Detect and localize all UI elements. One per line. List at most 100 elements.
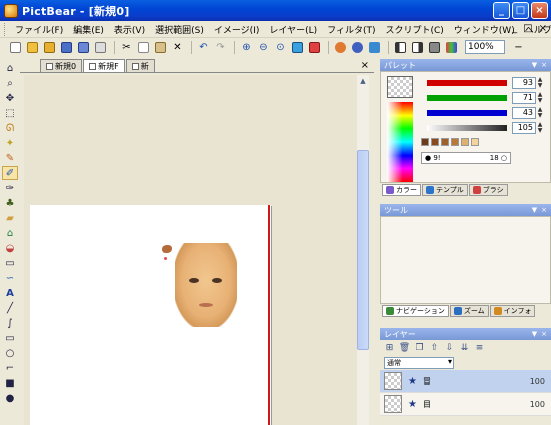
brush-size-row[interactable]: ● 9! 18 ○ [421, 152, 511, 164]
current-color-swatch[interactable] [387, 76, 413, 98]
redo-icon[interactable]: ↷ [213, 40, 228, 54]
open-recent-icon[interactable] [42, 40, 57, 54]
gradient-icon[interactable]: ▭ [2, 256, 18, 270]
scroll-thumb[interactable] [357, 150, 369, 350]
tab-newf[interactable]: 新規F [83, 59, 125, 72]
filled-ellipse-icon[interactable]: ● [2, 391, 18, 405]
red-slider[interactable]: 93 ▲ ▼ [427, 76, 551, 90]
panel-layout-3-icon[interactable] [427, 40, 442, 54]
airbrush-icon[interactable]: ✑ [2, 181, 18, 195]
swatch[interactable] [441, 138, 449, 146]
panel-layout-2-icon[interactable] [410, 40, 425, 54]
eraser-icon[interactable]: ▰ [2, 211, 18, 225]
zoom-minus-button[interactable]: − [511, 40, 526, 54]
view-toggle-icon[interactable] [290, 40, 305, 54]
tab-navigation[interactable]: ナビゲーション [382, 305, 449, 317]
lasso-icon[interactable]: ᘏ [2, 121, 18, 135]
mdi-restore-button[interactable]: □ [523, 23, 532, 34]
zoom-in-icon[interactable]: ⊕ [239, 40, 254, 54]
brush-icon[interactable]: ✐ [2, 166, 18, 180]
magic-wand-icon[interactable]: ✦ [2, 136, 18, 150]
delete-layer-icon[interactable]: 🗑 [399, 343, 410, 353]
layer-row[interactable]: ★ 冒 100 [380, 370, 551, 393]
polyline-tool-icon[interactable]: ⌐ [2, 361, 18, 375]
paste-icon[interactable] [153, 40, 168, 54]
undo-icon[interactable]: ↶ [196, 40, 211, 54]
red-bar[interactable] [427, 80, 507, 86]
zoom-level-field[interactable]: 100% [465, 40, 505, 54]
panel-close-icon[interactable]: × [541, 206, 547, 214]
navigator-body[interactable] [380, 216, 551, 304]
layer-row[interactable]: ★ 目 100 [380, 393, 551, 416]
menu-filter[interactable]: フィルタ(T) [323, 23, 381, 36]
color-palette-icon[interactable] [444, 40, 459, 54]
blue-bar[interactable] [427, 110, 507, 116]
green-slider[interactable]: 71 ▲ ▼ [427, 91, 551, 105]
tab-new[interactable]: 新 [125, 59, 155, 72]
rect-select-icon[interactable]: ⬚ [2, 106, 18, 120]
blue-slider[interactable]: 43 ▲ ▼ [427, 106, 551, 120]
merge-layer-icon[interactable]: ⇊ [459, 343, 470, 353]
alpha-value[interactable]: 105 [512, 122, 536, 134]
new-file-icon[interactable] [8, 40, 23, 54]
filter-icon[interactable] [333, 40, 348, 54]
alpha-bar[interactable] [427, 125, 507, 131]
new-layer-icon[interactable]: ⊞ [384, 343, 395, 353]
alpha-slider[interactable]: 105 ▲ ▼ [427, 121, 551, 135]
menu-layer[interactable]: レイヤー(L) [265, 23, 323, 36]
mdi-close-button[interactable]: × [539, 23, 547, 34]
copy-icon[interactable] [136, 40, 151, 54]
tab-sample[interactable]: テンプル [422, 184, 468, 196]
zoom-tool-icon[interactable]: ⌕ [2, 76, 18, 90]
stamp-icon[interactable]: ♣ [2, 196, 18, 210]
fill-icon[interactable]: ◒ [2, 241, 18, 255]
menu-image[interactable]: イメージ(I) [210, 23, 266, 36]
menu-select[interactable]: 選択範囲(S) [151, 23, 210, 36]
image-canvas[interactable] [30, 205, 271, 425]
vertical-scrollbar[interactable]: ▲ [357, 75, 369, 425]
canvas-viewport[interactable] [24, 75, 357, 425]
dropper-icon[interactable]: ⌂ [2, 226, 18, 240]
swatch[interactable] [431, 138, 439, 146]
green-bar[interactable] [427, 95, 507, 101]
swatch[interactable] [461, 138, 469, 146]
zoom-out-icon[interactable]: ⊖ [256, 40, 271, 54]
color-spectrum[interactable] [387, 102, 413, 182]
cut-icon[interactable]: ✂ [119, 40, 134, 54]
save-all-icon[interactable] [76, 40, 91, 54]
menu-view[interactable]: 表示(V) [110, 23, 151, 36]
print-icon[interactable] [93, 40, 108, 54]
filled-rect-icon[interactable]: ■ [2, 376, 18, 390]
move-up-icon[interactable]: ⇧ [429, 343, 440, 353]
alpha-spinner-icon[interactable]: ▲ ▼ [536, 122, 544, 134]
zoom-fit-icon[interactable]: ⊙ [273, 40, 288, 54]
minimize-button[interactable]: _ [493, 2, 510, 19]
view-red-icon[interactable] [307, 40, 322, 54]
star-icon[interactable]: ★ [408, 376, 417, 387]
swatch[interactable] [451, 138, 459, 146]
panel-close-icon[interactable]: × [541, 330, 547, 338]
maximize-button[interactable]: □ [512, 2, 529, 19]
menu-edit[interactable]: 編集(E) [69, 23, 110, 36]
panel-menu-icon[interactable]: ▼ [532, 330, 537, 338]
scroll-up-icon[interactable]: ▲ [357, 75, 369, 87]
menu-window[interactable]: ウィンドウ(W) [450, 23, 521, 36]
close-tab-icon[interactable]: × [361, 60, 369, 71]
pan-tool-icon[interactable]: ✥ [2, 91, 18, 105]
green-spinner-icon[interactable]: ▲ ▼ [536, 92, 544, 104]
panel-close-icon[interactable]: × [541, 61, 547, 69]
delete-icon[interactable]: ✕ [170, 40, 185, 54]
green-value[interactable]: 71 [512, 92, 536, 104]
duplicate-layer-icon[interactable]: ❐ [414, 343, 425, 353]
panel-layout-1-icon[interactable] [393, 40, 408, 54]
text-tool-icon[interactable]: A [2, 286, 18, 300]
panel-menu-icon[interactable]: ▼ [532, 61, 537, 69]
close-button[interactable]: × [531, 2, 548, 19]
pencil-icon[interactable]: ✎ [2, 151, 18, 165]
effect-icon[interactable] [350, 40, 365, 54]
mdi-minimize-button[interactable]: _ [512, 23, 517, 34]
move-down-icon[interactable]: ⇩ [444, 343, 455, 353]
ellipse-tool-icon[interactable]: ○ [2, 346, 18, 360]
blue-spinner-icon[interactable]: ▲ ▼ [536, 107, 544, 119]
curve-tool-icon[interactable]: ∫ [2, 316, 18, 330]
